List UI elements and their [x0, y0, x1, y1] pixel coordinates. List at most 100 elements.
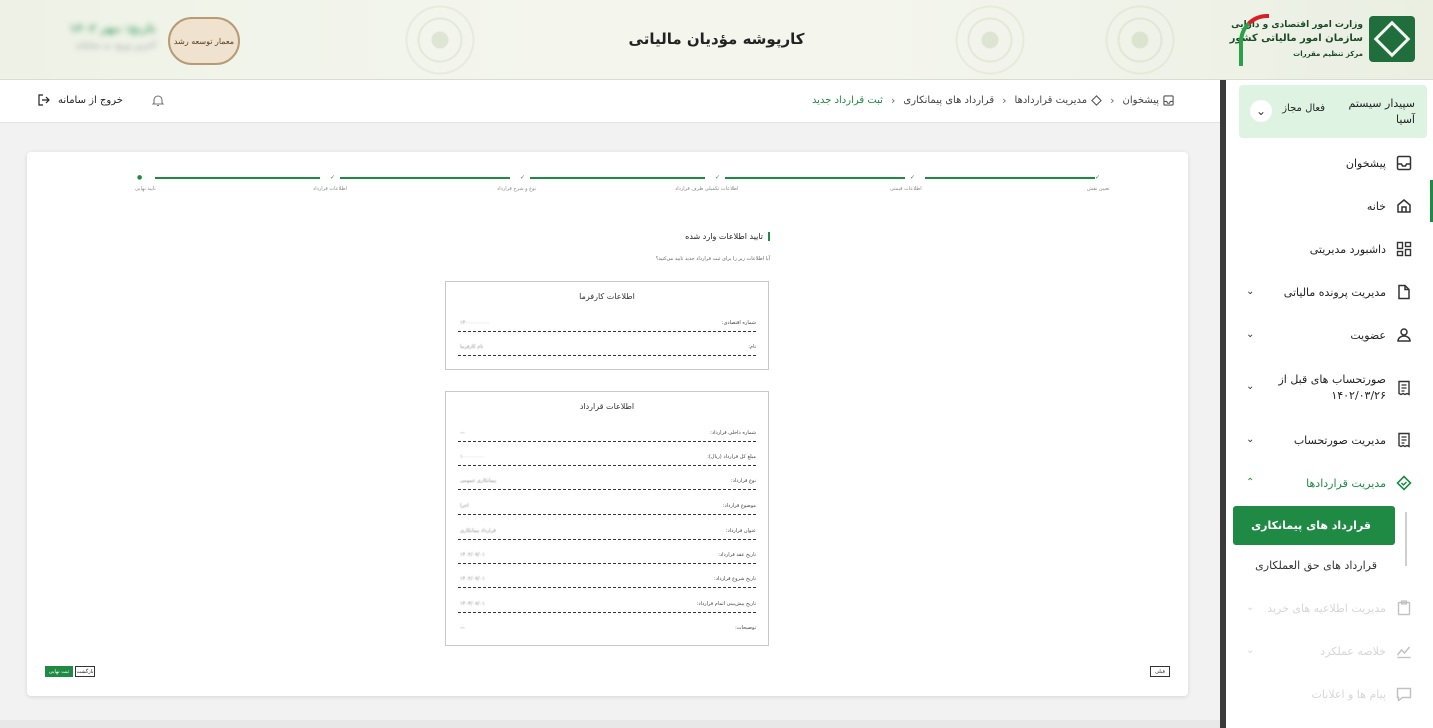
- field-label: مبلغ کل قرارداد (ریال):: [707, 454, 756, 460]
- sidebar-item-invoice-management[interactable]: مدیریت صورتحساب ⌄: [1226, 419, 1433, 462]
- current-step-dot-icon: ●: [137, 174, 143, 181]
- main-content: پیشخوان ‹ مدیریت قراردادها ‹ قرارداد های…: [0, 80, 1220, 728]
- dashboard-icon: [1395, 240, 1413, 258]
- brand-seal-text: معمار توسعه رشد: [173, 36, 235, 46]
- top-header: کارپوشه مؤدیان مالیاتی وزارت امور اقتصاد…: [0, 0, 1433, 80]
- contract-field: تاریخ عقد قرارداد: ۱۴۰۲/۰۷/۰۱: [458, 552, 756, 564]
- logout-icon: [38, 94, 50, 106]
- step-label: تایید نهایی: [135, 186, 156, 192]
- sidebar-item-contract-management[interactable]: مدیریت قراردادها ⌃: [1226, 462, 1433, 505]
- field-label: عنوان قرارداد:: [725, 528, 756, 534]
- sidebar-item-label: صورتحساب های قبل از ۱۴۰۲/۰۳/۲۶: [1278, 373, 1386, 402]
- breadcrumb-item[interactable]: قرارداد های پیمانکاری: [903, 95, 994, 106]
- chevron-down-icon: ⌄: [1246, 645, 1255, 656]
- blurred-line-1: تاریخ: مهر ۱۴۰۲: [69, 22, 156, 35]
- dashed-divider: [458, 612, 756, 613]
- chevron-down-icon[interactable]: ⌄: [1250, 100, 1272, 122]
- contract-icon: [1395, 474, 1413, 492]
- sidebar-item-label: پیشخوان: [1345, 156, 1386, 170]
- user-card[interactable]: سپیدار سیستم آسیا فعال مجاز ⌄: [1239, 85, 1427, 138]
- breadcrumb-item[interactable]: پیشخوان: [1123, 95, 1174, 106]
- chart-icon: [1395, 642, 1413, 660]
- chevron-left-icon: ‹: [890, 94, 896, 107]
- step-label: نوع و شرح قرارداد: [497, 186, 537, 192]
- back-button[interactable]: بازگشت: [75, 666, 95, 677]
- field-label: نام:: [748, 344, 756, 350]
- field-value: اجرا: [460, 503, 469, 509]
- logo-line-3: مرکز تنظیم مقررات: [1293, 50, 1363, 58]
- dashed-divider: [458, 514, 756, 515]
- sidebar-nav: پیشخوان خانه داشبورد مدیریتی مدیریت پرون…: [1226, 142, 1433, 505]
- receipt-icon: [1395, 431, 1413, 449]
- chevron-left-icon: ‹: [1110, 94, 1115, 107]
- sidebar-item-messages[interactable]: پیام ها و اعلانات: [1226, 673, 1433, 716]
- contract-info-panel: اطلاعات قرارداد شماره داخلی قرارداد: — م…: [445, 391, 769, 646]
- chevron-up-icon: ⌃: [1246, 477, 1255, 488]
- sidebar-item-home[interactable]: خانه: [1226, 185, 1433, 228]
- blurred-line-2: آخرین ورود به سامانه: [75, 41, 156, 51]
- field-value: پیمانکاری عمومی: [460, 478, 497, 484]
- horizontal-scrollbar[interactable]: [0, 720, 1220, 728]
- emblem-icon: [1369, 16, 1415, 62]
- final-submit-button[interactable]: ثبت نهایی: [45, 666, 73, 677]
- field-label: تاریخ شروع قرارداد:: [714, 576, 756, 582]
- stepper: ✓ ✓ ✓ ✓ ✓ ● تعیین نقش اطلاعات قیمتی اطلا…: [135, 174, 1110, 197]
- sidebar-subitem-contractor-contracts[interactable]: قرارداد های پیمانکاری: [1233, 506, 1395, 545]
- panel-title: اطلاعات قرارداد: [579, 402, 635, 411]
- sidebar-item-membership[interactable]: عضویت ⌄: [1226, 314, 1433, 357]
- blurred-user-info: تاریخ: مهر ۱۴۰۲ آخرین ورود به سامانه: [16, 22, 156, 51]
- sidebar-item-management-dashboard[interactable]: داشبورد مدیریتی: [1226, 228, 1433, 271]
- document-icon: [1395, 283, 1413, 301]
- breadcrumb: پیشخوان ‹ مدیریت قراردادها ‹ قرارداد های…: [812, 94, 1174, 107]
- sidebar-nav-lower: مدیریت اطلاعیه های خرید ⌄ خلاصه عملکرد ⌄…: [1226, 587, 1433, 716]
- dashed-divider: [458, 563, 756, 564]
- contract-field: عنوان قرارداد: قرارداد پیمانکاری: [458, 528, 756, 540]
- sidebar-item-label: عضویت: [1350, 328, 1386, 342]
- clipboard-icon: [1395, 599, 1413, 617]
- field-value: ۱۴۰۲/۰۷/۰۱: [460, 576, 485, 582]
- sidebar-item-label: مدیریت قراردادها: [1306, 476, 1386, 490]
- sidebar: سپیدار سیستم آسیا فعال مجاز ⌄ پیشخوان خا…: [1226, 80, 1433, 728]
- field-value: قرارداد پیمانکاری: [460, 528, 496, 534]
- field-value: نام کارفرما: [460, 344, 484, 350]
- step-label: تعیین نقش: [1087, 186, 1110, 192]
- dashed-divider: [458, 465, 756, 466]
- employer-field: نام: نام کارفرما: [458, 344, 756, 356]
- contract-icon: [1091, 95, 1102, 106]
- step-label: اطلاعات قرارداد: [313, 186, 347, 192]
- logout-label: خروج از سامانه: [58, 94, 123, 106]
- breadcrumb-current: ثبت قرارداد جدید: [812, 95, 883, 106]
- chevron-down-icon: ⌄: [1246, 381, 1255, 392]
- employer-info-panel: اطلاعات کارفرما شماره اقتصادی: ۱۴۰۰۰۰۰۰۰…: [445, 281, 769, 370]
- previous-button[interactable]: قبلی: [1150, 666, 1170, 677]
- inbox-icon: [1163, 95, 1174, 106]
- check-icon: ✓: [520, 174, 526, 181]
- check-icon: ✓: [330, 174, 336, 181]
- contract-field: شماره داخلی قرارداد: —: [458, 430, 756, 442]
- field-label: تاریخ عقد قرارداد:: [718, 552, 756, 558]
- breadcrumb-item[interactable]: مدیریت قراردادها: [1015, 95, 1103, 106]
- field-value: —: [460, 625, 465, 631]
- submenu-line: [1405, 512, 1407, 566]
- notification-bell-icon[interactable]: [151, 94, 165, 111]
- sidebar-item-legacy-invoices[interactable]: صورتحساب های قبل از ۱۴۰۲/۰۳/۲۶ ⌄: [1226, 357, 1433, 419]
- dashed-divider: [458, 331, 756, 332]
- sidebar-item-label: مدیریت پرونده مالیاتی: [1283, 285, 1386, 299]
- logout-button[interactable]: خروج از سامانه: [38, 94, 123, 106]
- sidebar-item-dashboard-inbox[interactable]: پیشخوان: [1226, 142, 1433, 185]
- chevron-down-icon: ⌄: [1246, 434, 1255, 445]
- sidebar-item-purchase-notices[interactable]: مدیریت اطلاعیه های خرید ⌄: [1226, 587, 1433, 630]
- sidebar-item-performance-summary[interactable]: خلاصه عملکرد ⌄: [1226, 630, 1433, 673]
- contract-field: توضیحات: —: [458, 625, 756, 637]
- step-progress-line: [155, 177, 320, 179]
- step-progress-line: [925, 177, 1095, 179]
- check-icon: ✓: [715, 174, 721, 181]
- chevron-down-icon: ⌄: [1246, 602, 1255, 613]
- sidebar-item-label: مدیریت اطلاعیه های خرید: [1267, 601, 1386, 615]
- receipt-icon: [1395, 379, 1413, 397]
- step-progress-line: [725, 177, 905, 179]
- sidebar-subitem-commission-contracts[interactable]: قرارداد های حق العملکاری: [1233, 548, 1395, 584]
- field-label: توضیحات:: [735, 625, 756, 631]
- user-status: فعال مجاز: [1282, 103, 1325, 114]
- sidebar-item-tax-file[interactable]: مدیریت پرونده مالیاتی ⌄: [1226, 271, 1433, 314]
